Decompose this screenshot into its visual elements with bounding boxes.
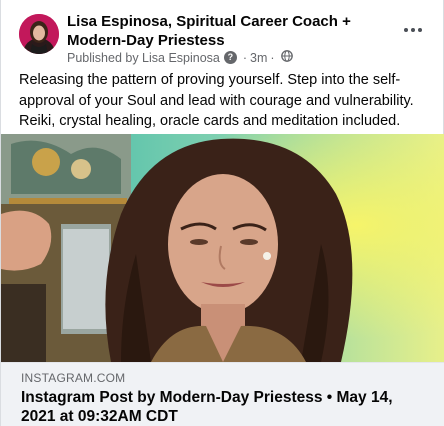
post-video-thumbnail[interactable] bbox=[1, 134, 444, 362]
more-options-icon[interactable] bbox=[397, 18, 429, 42]
more-dot bbox=[404, 28, 408, 32]
post-meta: Published by Lisa Espinosa ? · 3m · bbox=[67, 50, 293, 65]
help-icon[interactable]: ? bbox=[223, 51, 237, 64]
post-timestamp[interactable]: 3m bbox=[250, 51, 267, 65]
author-name-link[interactable]: Lisa Espinosa, Spiritual Career Coach + … bbox=[67, 12, 397, 50]
link-title[interactable]: Instagram Post by Modern-Day Priestess •… bbox=[21, 388, 431, 426]
post-caption: Releasing the pattern of proving yoursel… bbox=[19, 72, 414, 129]
meta-separator: · bbox=[270, 50, 275, 65]
link-domain: INSTAGRAM.COM bbox=[21, 371, 126, 385]
globe-icon[interactable] bbox=[280, 50, 293, 65]
author-avatar[interactable] bbox=[19, 14, 59, 54]
meta-separator: · bbox=[242, 50, 248, 65]
published-by-text: Published by Lisa Espinosa bbox=[67, 50, 220, 65]
more-dot bbox=[411, 28, 415, 32]
feed-post: Lisa Espinosa, Spiritual Career Coach + … bbox=[0, 0, 444, 426]
more-dot bbox=[418, 28, 422, 32]
link-preview[interactable]: INSTAGRAM.COM Instagram Post by Modern-D… bbox=[1, 362, 444, 426]
